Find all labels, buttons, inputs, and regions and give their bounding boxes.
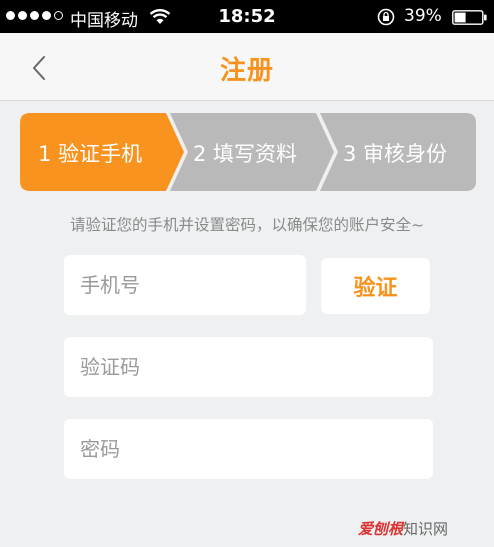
phone-input[interactable] — [64, 255, 306, 315]
battery-percent: 39% — [404, 6, 442, 26]
watermark: 爱刨根知识网 — [358, 518, 448, 539]
verification-code-input[interactable] — [64, 337, 433, 397]
step-1-label: 1 验证手机 — [38, 142, 143, 166]
battery-icon — [452, 10, 488, 30]
step-2-label: 2 填写资料 — [193, 142, 298, 166]
page-title: 注册 — [219, 56, 274, 86]
watermark-brand: 爱刨根 — [358, 520, 404, 538]
password-input[interactable] — [64, 419, 433, 479]
verify-button[interactable]: 验证 — [321, 258, 430, 314]
rotation-lock-icon — [377, 8, 395, 31]
watermark-site: 知识网 — [403, 520, 449, 538]
nav-bar: 注册 — [0, 33, 494, 101]
security-hint: 请验证您的手机并设置密码，以确保您的账户安全~ — [70, 216, 424, 234]
step-3-label: 3 审核身份 — [343, 142, 448, 166]
step-progress: 1 验证手机 2 填写资料 3 审核身份 — [20, 113, 476, 191]
status-bar: 中国移动 18:52 39% — [0, 0, 494, 33]
